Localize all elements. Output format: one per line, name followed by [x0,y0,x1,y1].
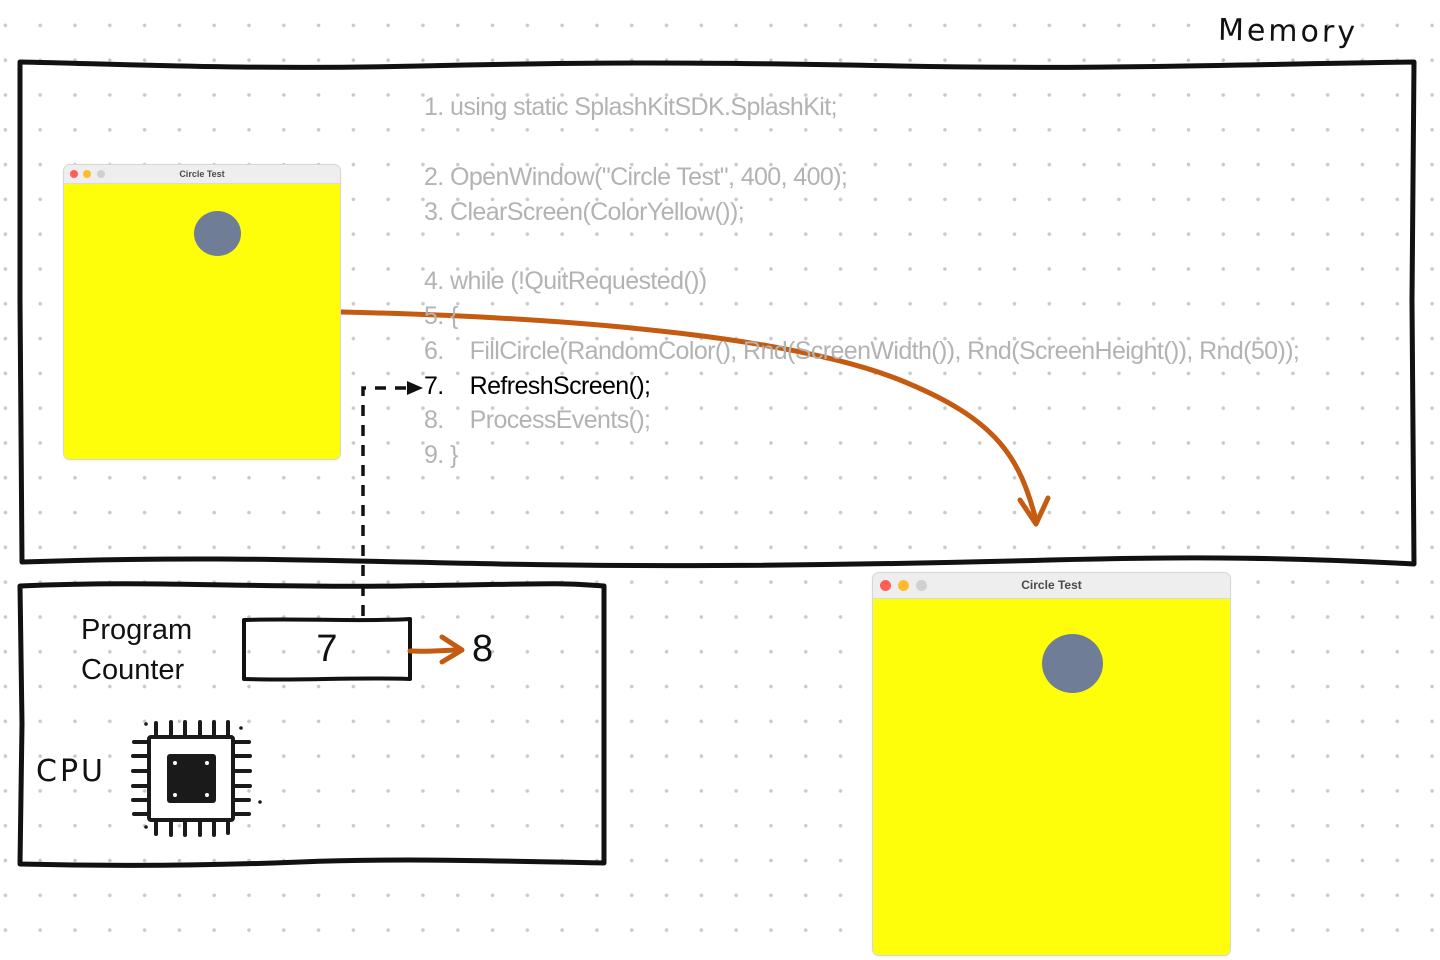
code-line: 5. { [424,302,458,330]
code-line: 8. ProcessEvents(); [424,406,651,434]
program-counter-value: 7 [316,628,338,670]
pc-pointer-dashed-line [361,386,410,616]
window-title: Circle Test [1021,578,1082,592]
back-buffer-window: Circle Test [64,165,340,459]
code-line: 4. while (!QuitRequested()) [424,267,707,295]
window-canvas [64,184,340,459]
code-line: 1. using static SplashKitSDK.SplashKit; [424,93,838,121]
window-titlebar: Circle Test [873,573,1230,599]
code-line: 3. ClearScreen(ColorYellow()); [424,198,745,226]
code-line-current: 7. RefreshScreen(); [424,372,651,400]
program-counter-label: Program Counter [81,614,193,686]
screen-window: Circle Test [873,573,1230,955]
code-line: 6. FillCircle(RandomColor(), Rnd(ScreenWi… [424,337,1300,365]
increment-arrow [407,647,463,654]
cpu-chip-icon [131,720,262,837]
increment-arrowhead [439,634,465,665]
cpu-title: CPU [36,754,106,789]
window-titlebar: Circle Test [64,165,340,184]
pc-pointer-arrowhead [407,381,423,395]
code-line: 9. } [424,441,458,469]
window-title: Circle Test [179,169,225,179]
program-counter-next-value: 8 [472,628,494,670]
memory-title: Memory [1217,12,1359,51]
drawn-circle [1042,634,1103,693]
drawn-circle [194,211,241,256]
window-canvas [873,599,1230,955]
refresh-arrowhead [1017,495,1051,527]
code-line: 2. OpenWindow("Circle Test", 400, 400); [424,163,848,191]
